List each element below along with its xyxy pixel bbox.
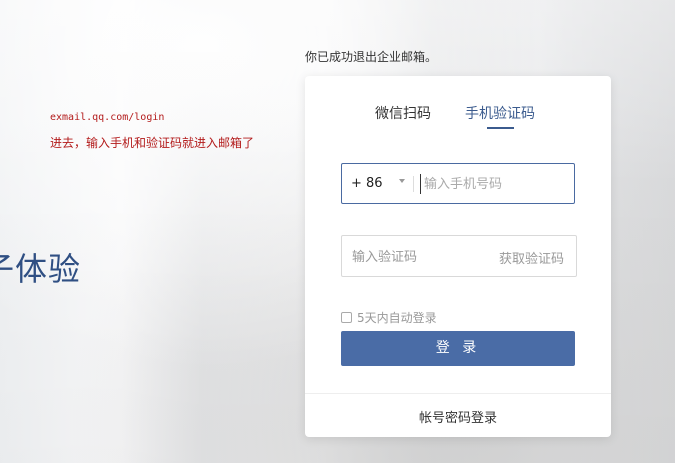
tab-wechat-scan[interactable]: 微信扫码 bbox=[375, 103, 431, 123]
field-separator bbox=[413, 176, 414, 192]
remember-login[interactable]: 5天内自动登录 bbox=[341, 309, 437, 326]
phone-input[interactable] bbox=[420, 174, 569, 194]
tab-phone-code[interactable]: 手机验证码 bbox=[465, 103, 535, 123]
login-panel: 微信扫码 手机验证码 + 86 获取验证码 5天内自动登录 登 录 帐号密码登录 bbox=[305, 76, 611, 437]
get-code-button[interactable]: 获取验证码 bbox=[499, 248, 564, 267]
annotation-note: 进去，输入手机和验证码就进入邮箱了 bbox=[50, 136, 255, 150]
annotation-url: exmail.qq.com/login bbox=[50, 112, 165, 123]
phone-field: + 86 bbox=[341, 163, 575, 204]
login-button[interactable]: 登 录 bbox=[341, 331, 575, 366]
verification-code-input[interactable] bbox=[352, 247, 482, 267]
password-login-link[interactable]: 帐号密码登录 bbox=[305, 407, 611, 426]
remember-label: 5天内自动登录 bbox=[357, 311, 437, 325]
divider bbox=[305, 393, 611, 394]
active-tab-indicator bbox=[487, 127, 514, 129]
country-code-select[interactable]: + 86 bbox=[351, 176, 383, 191]
hero-text: 子体验 bbox=[0, 250, 82, 288]
code-field: 获取验证码 bbox=[341, 235, 577, 277]
logout-message: 你已成功退出企业邮箱。 bbox=[305, 50, 438, 64]
remember-checkbox[interactable] bbox=[341, 312, 352, 323]
chevron-down-icon[interactable] bbox=[399, 179, 405, 183]
